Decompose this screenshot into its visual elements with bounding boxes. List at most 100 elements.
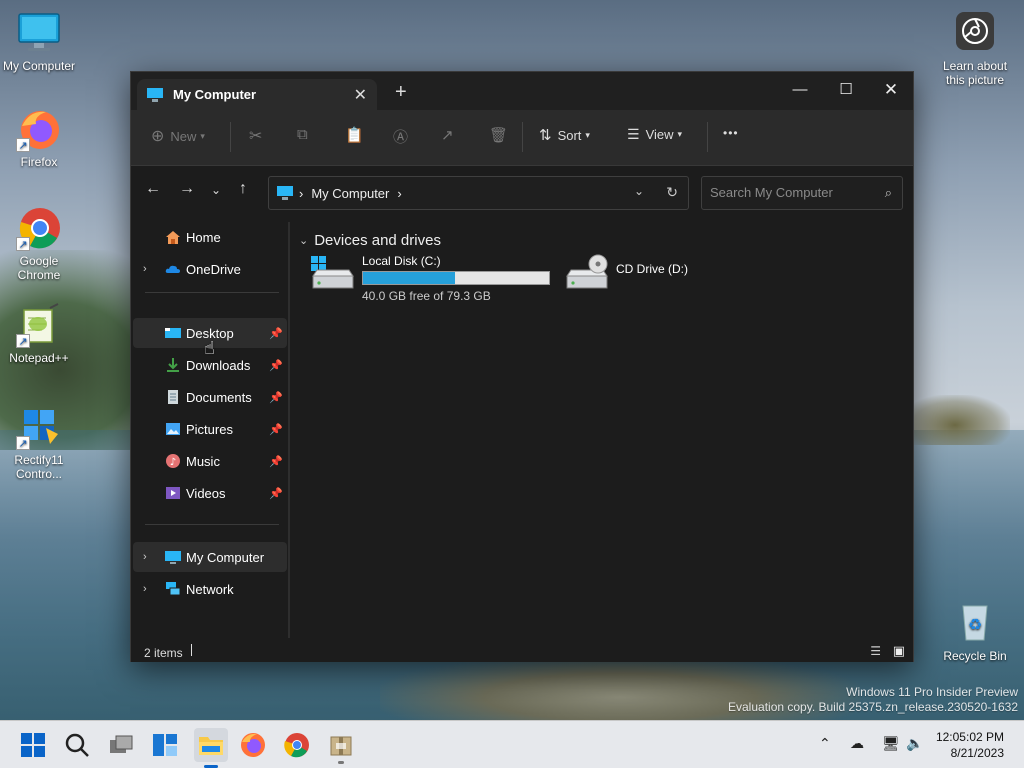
taskbar-file-explorer[interactable] [194,728,228,768]
desktop-icon-my-computer[interactable]: My Computer [1,10,77,73]
desktop-folder-icon [165,325,181,341]
details-view-button[interactable]: ☰ [870,644,881,658]
search-input[interactable]: Search My Computer ⌕ [701,176,903,210]
paste-button[interactable]: 📋 [345,126,364,144]
chevron-down-icon: ▾ [200,130,205,141]
back-button[interactable]: ← [145,180,161,198]
drive-local-disk-c[interactable]: Local Disk (C:) 40.0 GB free of 79.3 GB [311,254,550,303]
search-button[interactable] [63,731,91,759]
search-placeholder: Search My Computer [710,185,833,200]
close-button[interactable]: ✕ [868,76,914,104]
plus-circle-icon: ⊕ [151,128,165,145]
music-icon: ♪ [165,453,181,469]
desktop-icon-rectify11[interactable]: ↗ Rectify11 Contro... [1,404,77,481]
refresh-button[interactable]: ↻ [666,184,678,201]
desktop-icon-label: Recycle Bin [943,649,1007,663]
minimize-button[interactable]: — [777,76,823,104]
pin-icon[interactable]: 📌 [269,455,283,468]
task-view-button[interactable] [107,731,135,759]
chevron-right-icon[interactable]: › [143,551,147,563]
nav-item-network[interactable]: › Network [133,574,287,604]
delete-button[interactable]: 🗑 [489,126,508,144]
cut-button[interactable]: ✂ [249,126,262,146]
nav-item-documents[interactable]: Documents 📌 [133,382,287,412]
share-icon: ↗ [441,127,454,144]
trash-icon: 🗑 [489,127,509,144]
breadcrumb-separator[interactable]: › [397,186,401,201]
pin-icon[interactable]: 📌 [269,423,283,436]
view-button[interactable]: ☰ View ▾ [627,126,682,143]
home-icon [165,229,181,245]
tiles-view-button[interactable]: ▣ [893,643,905,659]
video-icon [165,485,181,501]
status-bar: 2 items ☰ ▣ [131,638,913,662]
nav-item-label: My Computer [186,549,265,565]
view-list-icon: ☰ [627,126,640,142]
new-button[interactable]: ⊕ New ▾ [151,126,205,146]
nav-item-label: Documents [186,389,252,405]
tab-close-button[interactable]: ✕ [354,85,367,105]
sort-button-label: Sort [557,127,582,143]
title-bar[interactable]: My Computer ✕ + — ☐ ✕ [131,72,913,110]
desktop-icon-firefox[interactable]: ↗ Firefox [1,106,77,169]
clock-date: 8/21/2023 [950,746,1004,760]
address-bar[interactable]: › My Computer › ⌄ ↻ [268,176,689,210]
share-button[interactable]: ↗ [441,126,454,144]
taskbar-chrome[interactable] [283,731,311,759]
desktop-icon-chrome[interactable]: ↗ Google Chrome [1,205,77,282]
recent-locations-button[interactable]: ⌄ [211,183,221,197]
nav-item-onedrive[interactable]: › OneDrive [133,254,287,284]
forward-button[interactable]: → [179,180,195,198]
notepadpp-icon: ↗ [16,302,62,348]
address-dropdown-button[interactable]: ⌄ [634,184,644,198]
taskbar-package-app[interactable] [327,731,355,764]
nav-item-home[interactable]: Home [133,222,287,252]
onedrive-tray-icon[interactable]: ☁ [850,735,864,752]
hand-cursor-icon: ☝ [204,338,215,358]
rename-button[interactable]: Ⓐ [393,126,408,147]
command-bar: ⊕ New ▾ ✂ ⧉ 📋 Ⓐ ↗ 🗑 ⇅ Sort ▾ ☰ View ▾ ••… [131,110,913,166]
network-icon [165,581,181,597]
more-options-button[interactable]: ••• [723,126,739,140]
nav-item-videos[interactable]: Videos 📌 [133,478,287,508]
nav-item-label: Music [186,453,220,469]
up-button[interactable]: ↑ [239,180,247,198]
new-tab-button[interactable]: + [395,81,407,104]
group-header-devices[interactable]: ⌄ Devices and drives [299,232,441,249]
copy-button[interactable]: ⧉ [297,126,308,143]
navigation-pane-splitter[interactable] [288,222,290,642]
tab-my-computer[interactable]: My Computer ✕ [137,79,377,110]
new-button-label: New [170,128,197,144]
pin-icon[interactable]: 📌 [269,359,283,372]
nav-item-my-computer[interactable]: › My Computer [133,542,287,572]
show-hidden-icons-button[interactable]: ⌃ [819,735,831,752]
clipboard-icon: 📋 [345,127,364,144]
nav-item-pictures[interactable]: Pictures 📌 [133,414,287,444]
pin-icon[interactable]: 📌 [269,487,283,500]
desktop-icon-recycle-bin[interactable]: ♻ Recycle Bin [937,600,1013,663]
network-tray-icon[interactable]: 🖥 [882,735,900,752]
pin-icon[interactable]: 📌 [269,327,283,340]
chevron-right-icon[interactable]: › [143,583,147,595]
breadcrumb-separator[interactable]: › [299,186,303,201]
chevron-right-icon[interactable]: › [143,263,147,275]
chrome-icon [284,733,309,758]
sort-button[interactable]: ⇅ Sort ▾ [539,126,590,144]
chevron-down-icon: ⌄ [299,235,309,247]
drive-cd-d[interactable]: CD Drive (D:) [565,254,688,294]
nav-item-music[interactable]: ♪ Music 📌 [133,446,287,476]
desktop-icon-learn-about-picture[interactable]: Learn about this picture [937,10,1013,87]
drive-name: CD Drive (D:) [616,262,688,276]
tab-title: My Computer [173,87,257,102]
pin-icon[interactable]: 📌 [269,391,283,404]
start-button[interactable] [19,731,47,759]
widgets-button[interactable] [151,731,179,759]
taskbar-firefox[interactable] [239,731,267,759]
breadcrumb-my-computer[interactable]: My Computer [311,186,389,201]
desktop-icon-label: Google Chrome [17,254,61,282]
desktop-icon-label: Notepad++ [9,351,69,365]
volume-icon[interactable]: 🔈 [906,735,923,752]
clock[interactable]: 12:05:02 PM 8/21/2023 [936,729,1004,761]
maximize-button[interactable]: ☐ [823,76,869,104]
desktop-icon-notepadpp[interactable]: ↗ Notepad++ [1,302,77,365]
